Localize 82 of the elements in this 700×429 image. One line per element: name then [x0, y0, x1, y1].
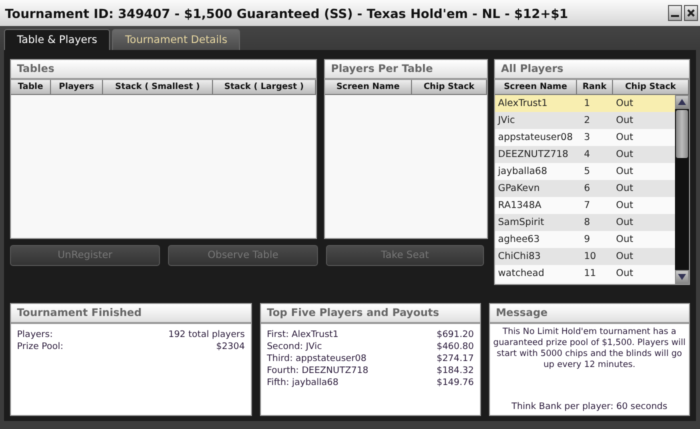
table-cell-text: RA1348A — [497, 200, 542, 211]
window-title: Tournament ID: 349407 - $1,500 Guaranteed (SS) - Texas Hold'em - NL - $12+$1 — [5, 6, 568, 20]
tab[interactable]: Tournament Details — [112, 29, 240, 50]
column-header[interactable]: Players — [51, 80, 103, 94]
table-cell-text: 7 — [583, 200, 592, 211]
table-cell-text: 10 — [583, 251, 598, 262]
panel-title: Players Per Table — [325, 60, 487, 80]
panel-title: Tournament Finished — [11, 304, 251, 324]
column-header[interactable]: Stack ( Smallest ) — [103, 80, 213, 94]
table-cell-text: Out — [615, 98, 634, 109]
player-row[interactable]: SamSpirit 8 Out — [495, 214, 675, 231]
table-cell-text: Out — [615, 132, 634, 143]
table-cell-text: 9 — [583, 234, 592, 245]
column-header[interactable]: Chip Stack — [412, 80, 487, 94]
minimize-button[interactable] — [668, 5, 682, 21]
panel-title: Top Five Players and Payouts — [260, 304, 480, 324]
tab[interactable]: Table & Players — [4, 29, 110, 50]
info-value: $691.20 — [436, 330, 474, 340]
close-button[interactable] — [684, 5, 698, 21]
player-row[interactable]: AlexTrust1 1 Out — [495, 95, 675, 112]
table-cell-text: Out — [615, 217, 634, 228]
table-cell-text: ChiChi83 — [497, 251, 542, 262]
info-value: $274.17 — [436, 354, 474, 364]
table-cell-text: Out — [615, 183, 634, 194]
player-row[interactable]: GPaKevn 6 Out — [495, 180, 675, 197]
table-cell-text: SamSpirit — [497, 217, 546, 228]
player-row[interactable]: JVic 2 Out — [495, 112, 675, 129]
table-cell-text: Out — [615, 166, 634, 177]
table-cell-text: Out — [615, 149, 634, 160]
player-row[interactable]: DEEZNUTZ718 4 Out — [495, 146, 675, 163]
column-header[interactable]: Stack ( Largest ) — [213, 80, 316, 94]
table-cell-text: DEEZNUTZ718 — [497, 149, 570, 160]
info-label: Fifth: jayballa68 — [266, 378, 339, 388]
info-label: Third: appstateuser08 — [266, 354, 366, 364]
table-cell-text: 5 — [583, 166, 592, 177]
info-label: Fourth: DEEZNUTZ718 — [266, 366, 368, 376]
down-triangle-icon — [678, 274, 686, 280]
panel-title: Message — [490, 304, 689, 324]
info-label: Players: — [17, 330, 53, 340]
table-cell-text: Out — [615, 234, 634, 245]
info-value: 192 total players — [168, 330, 245, 340]
table-cell-text: jayballa68 — [496, 166, 548, 177]
info-label: Second: JVic — [266, 342, 322, 352]
panel-title: Tables — [11, 60, 316, 80]
table-cell-text: 8 — [583, 217, 592, 228]
scroll-down-button[interactable] — [675, 270, 689, 284]
table-cell-text: Out — [615, 200, 634, 211]
scroll-up-button[interactable] — [675, 95, 689, 109]
panel-title: All Players — [495, 60, 689, 80]
close-icon — [687, 9, 695, 17]
table-cell-text: JVic — [496, 115, 516, 126]
scrollbar[interactable] — [675, 95, 689, 284]
scroll-thumb[interactable] — [676, 110, 688, 158]
table-cell-text: appstateuser08 — [497, 132, 574, 143]
table-cell-text: 11 — [583, 268, 598, 279]
table-cell-text: 6 — [583, 183, 592, 194]
info-label: First: AlexTrust1 — [266, 330, 339, 340]
info-value: $460.80 — [436, 342, 474, 352]
message-text: This No Limit Hold'em tournament has a guaranteed prize pool of $1,500. Players will start with 5000 chips and the blinds will go up every 12 minutes. — [492, 327, 686, 371]
table-cell-text: Out — [615, 251, 634, 262]
table-cell-text: watchead — [497, 268, 546, 279]
info-value: $184.32 — [436, 366, 474, 376]
info-value: $2304 — [216, 342, 245, 352]
column-header[interactable]: Rank — [577, 80, 613, 94]
table-cell-text: 1 — [583, 98, 592, 109]
table-cell-text: 2 — [583, 115, 592, 126]
table-cell-text: 4 — [583, 149, 592, 160]
column-header[interactable]: Table — [11, 80, 51, 94]
table-cell-text: Out — [615, 268, 634, 279]
column-header[interactable]: Screen Name — [325, 80, 412, 94]
column-header[interactable]: Chip Stack — [613, 80, 689, 94]
table-cell-text: aghee63 — [497, 234, 541, 245]
table-cell-text: GPaKevn — [497, 183, 541, 194]
table-cell-text: AlexTrust1 — [497, 98, 548, 109]
table-cell-text: 3 — [583, 132, 592, 143]
info-value: $149.76 — [436, 378, 474, 388]
info-label: Prize Pool: — [17, 342, 64, 352]
think-bank-text: Think Bank per player: 60 seconds — [510, 402, 668, 412]
up-triangle-icon — [678, 99, 686, 105]
column-header[interactable]: Screen Name — [495, 80, 577, 94]
table-cell-text: Out — [615, 115, 634, 126]
player-row[interactable]: ChiChi83 10 Out — [495, 248, 675, 265]
